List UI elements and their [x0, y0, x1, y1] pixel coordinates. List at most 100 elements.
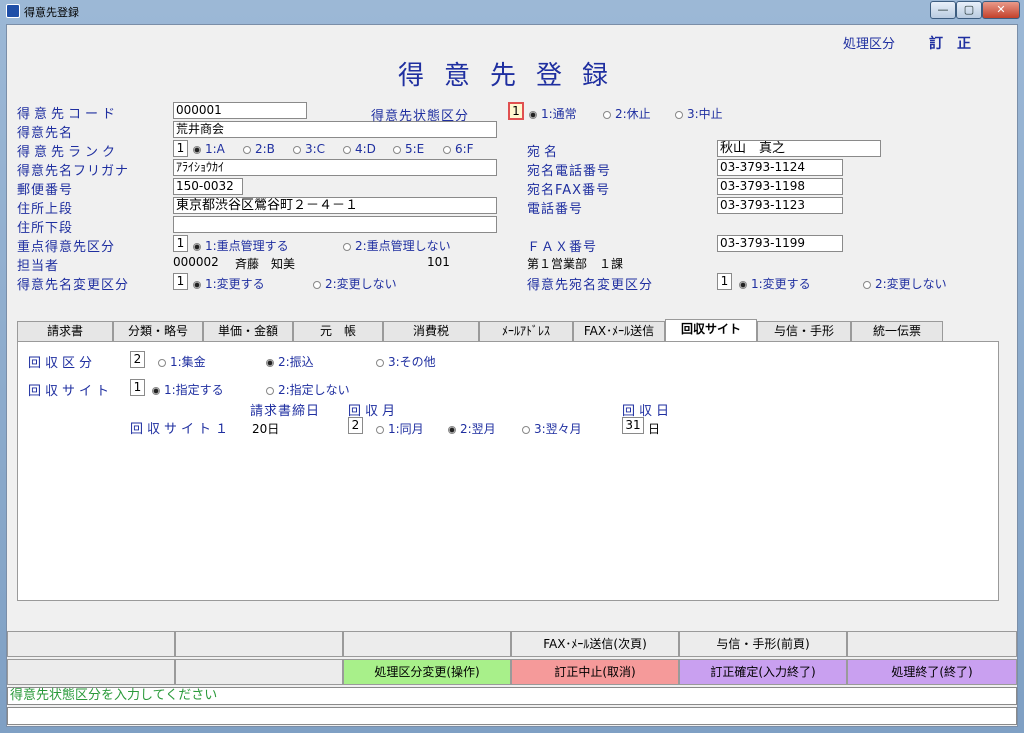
month-radio-3-label: 3:翌々月 — [534, 422, 582, 436]
mode-label: 処理区分 — [843, 37, 896, 52]
minimize-button[interactable]: — — [930, 1, 956, 19]
method-radio-1[interactable]: 1:集金 — [158, 353, 206, 370]
kana-input[interactable]: ｱﾗｲｼｮｳｶｲ — [173, 159, 497, 176]
desttel-label: 宛名電話番号 — [527, 164, 612, 179]
tab-unified-slip[interactable]: 統一伝票 — [851, 321, 943, 341]
rank-radio-b-label: 2:B — [255, 142, 275, 156]
rep-label: 担当者 — [17, 259, 60, 274]
rep-number: 101 — [427, 255, 450, 269]
method-radio-2[interactable]: 2:振込 — [266, 353, 314, 370]
method-label: 回収区分 — [28, 356, 97, 371]
zip-label: 郵便番号 — [17, 183, 74, 198]
fkey-1[interactable] — [7, 631, 175, 657]
tab-price[interactable]: 単価・金額 — [203, 321, 293, 341]
site1-day-unit: 日 — [648, 422, 661, 436]
tab-collection-site[interactable]: 回収サイト — [665, 319, 757, 342]
rank-radio-e-label: 5:E — [405, 142, 425, 156]
fkey-cancel-edit[interactable]: 訂正中止(取消) — [511, 659, 679, 685]
tab-bar: 請求書 分類・略号 単価・金額 元 帳 消費税 ﾒｰﾙｱﾄﾞﾚｽ FAX･ﾒｰﾙ… — [17, 319, 951, 342]
priority-label: 重点得意先区分 — [17, 240, 116, 255]
rank-radio-a[interactable]: 1:A — [193, 142, 225, 156]
site1-month-input[interactable]: 2 — [348, 417, 363, 434]
app-window: 得意先登録 — ▢ ✕ 処理区分 訂正 得意先登録 得意先コード 得意先名 得意… — [0, 0, 1024, 733]
rank-label: 得意先ランク — [17, 145, 120, 160]
method-radio-3[interactable]: 3:その他 — [376, 353, 436, 370]
priority-radio-1-label: 1:重点管理する — [205, 239, 289, 253]
kana-label: 得意先名フリガナ — [17, 164, 130, 179]
destchange-radio-2[interactable]: 2:変更しない — [863, 275, 947, 292]
rank-radio-a-label: 1:A — [205, 142, 225, 156]
site-radio-2[interactable]: 2:指定しない — [266, 381, 350, 398]
mode-value: 訂正 — [929, 36, 985, 52]
namechange-radio-2[interactable]: 2:変更しない — [313, 275, 397, 292]
month-radio-2[interactable]: 2:翌月 — [448, 420, 496, 437]
rep-name: 斉藤 知美 — [235, 257, 296, 271]
fkey-fax-mail-next[interactable]: FAX･ﾒｰﾙ送信(次頁) — [511, 631, 679, 657]
rank-radio-f[interactable]: 6:F — [443, 142, 474, 156]
fkey-2[interactable] — [175, 631, 343, 657]
namechange-radio-1[interactable]: 1:変更する — [193, 275, 265, 292]
addr2-label: 住所下段 — [17, 221, 74, 236]
rank-input[interactable]: 1 — [173, 140, 188, 157]
site-label: 回収サイト — [28, 384, 114, 399]
fkey-8[interactable] — [175, 659, 343, 685]
destchange-label: 得意先宛名変更区分 — [527, 278, 654, 293]
close-button[interactable]: ✕ — [982, 1, 1020, 19]
tab-ledger[interactable]: 元 帳 — [293, 321, 383, 341]
destfax-input[interactable]: 03-3793-1198 — [717, 178, 843, 195]
fkey-3[interactable] — [343, 631, 511, 657]
month-radio-1[interactable]: 1:同月 — [376, 420, 424, 437]
desttel-input[interactable]: 03-3793-1124 — [717, 159, 843, 176]
state-label: 得意先状態区分 — [371, 109, 470, 124]
close-day-header: 請求書締日 — [250, 404, 321, 419]
tel-input[interactable]: 03-3793-1123 — [717, 197, 843, 214]
addr1-input[interactable]: 東京都渋谷区鶯谷町２－４－１ — [173, 197, 497, 214]
site-radio-1[interactable]: 1:指定する — [152, 381, 224, 398]
priority-radio-1[interactable]: 1:重点管理する — [193, 237, 289, 254]
month-radio-3[interactable]: 3:翌々月 — [522, 420, 582, 437]
fkey-confirm-edit[interactable]: 訂正確定(入力終了) — [679, 659, 847, 685]
destchange-radio-1-label: 1:変更する — [751, 277, 811, 291]
tab-fax-mail[interactable]: FAX･ﾒｰﾙ送信 — [573, 321, 665, 341]
rank-radio-b[interactable]: 2:B — [243, 142, 275, 156]
destchange-input[interactable]: 1 — [717, 273, 732, 290]
priority-input[interactable]: 1 — [173, 235, 188, 252]
tab-tax[interactable]: 消費税 — [383, 321, 479, 341]
rank-radio-c[interactable]: 3:C — [293, 142, 325, 156]
fkey-finish[interactable]: 処理終了(終了) — [847, 659, 1017, 685]
state-input[interactable]: 1 — [508, 102, 524, 120]
rank-radio-d[interactable]: 4:D — [343, 142, 376, 156]
zip-input[interactable]: 150-0032 — [173, 178, 243, 195]
rep-code: 000002 — [173, 255, 219, 269]
fax-label: ＦＡＸ番号 — [527, 240, 598, 255]
dest-input[interactable]: 秋山 真之 — [717, 140, 881, 157]
site1-day-input[interactable]: 31 — [622, 417, 644, 434]
addr2-input[interactable] — [173, 216, 497, 233]
fkey-credit-prev[interactable]: 与信・手形(前頁) — [679, 631, 847, 657]
month-radio-2-label: 2:翌月 — [460, 422, 496, 436]
rep-dept: 第１営業部 １課 — [527, 257, 624, 271]
namechange-input[interactable]: 1 — [173, 273, 188, 290]
state-radio-3[interactable]: 3:中止 — [675, 105, 723, 122]
tab-classification[interactable]: 分類・略号 — [113, 321, 203, 341]
fkey-change-mode[interactable]: 処理区分変更(操作) — [343, 659, 511, 685]
form-area: 処理区分 訂正 得意先登録 得意先コード 得意先名 得意先ランク 得意先名フリガ… — [6, 24, 1018, 727]
state-radio-3-label: 3:中止 — [687, 107, 723, 121]
method-input[interactable]: 2 — [130, 351, 145, 368]
site-input[interactable]: 1 — [130, 379, 145, 396]
tab-mail-address[interactable]: ﾒｰﾙｱﾄﾞﾚｽ — [479, 321, 573, 341]
fkey-6[interactable] — [847, 631, 1017, 657]
fkey-7[interactable] — [7, 659, 175, 685]
rank-radio-e[interactable]: 5:E — [393, 142, 424, 156]
state-radio-1[interactable]: 1:通常 — [529, 105, 577, 122]
tab-credit[interactable]: 与信・手形 — [757, 321, 851, 341]
maximize-button[interactable]: ▢ — [956, 1, 982, 19]
code-input[interactable]: 000001 — [173, 102, 307, 119]
tab-invoice[interactable]: 請求書 — [17, 321, 113, 341]
priority-radio-2[interactable]: 2:重点管理しない — [343, 237, 451, 254]
app-icon — [6, 4, 20, 18]
state-radio-2[interactable]: 2:休止 — [603, 105, 651, 122]
destchange-radio-1[interactable]: 1:変更する — [739, 275, 811, 292]
fax-input[interactable]: 03-3793-1199 — [717, 235, 843, 252]
method-radio-2-label: 2:振込 — [278, 355, 314, 369]
